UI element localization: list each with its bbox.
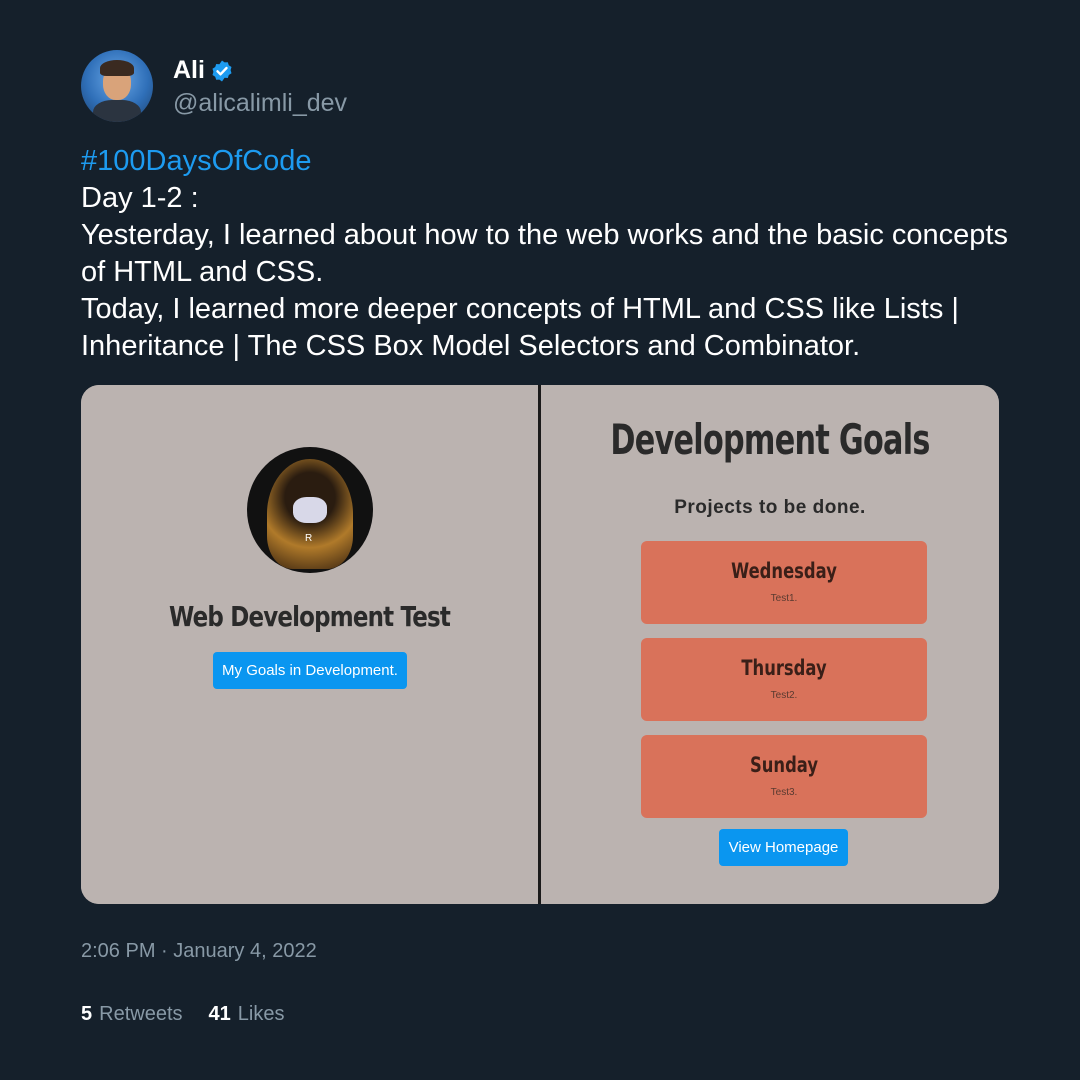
likes-count: 41	[208, 1003, 231, 1025]
avatar-hair	[100, 60, 134, 76]
media-right-pane: Development Goals Projects to be done. W…	[541, 385, 999, 904]
media-left-pane: R Web Development Test My Goals in Devel…	[81, 385, 538, 904]
view-homepage-button[interactable]: View Homepage	[719, 829, 848, 866]
day-card-title: Thursday	[741, 656, 827, 680]
tweet-timestamp[interactable]: 2:06 PM · January 4, 2022	[81, 940, 317, 963]
day-card-text: Test3.	[770, 787, 798, 798]
mask-shape	[293, 497, 327, 523]
likes-stat[interactable]: 41 Likes	[209, 1003, 285, 1026]
tweet-text: #100DaysOfCode Day 1-2 : Yesterday, I le…	[81, 143, 1021, 365]
tweet-line-3: Today, I learned more deeper concepts of…	[81, 293, 968, 362]
user-avatar[interactable]	[81, 50, 153, 122]
tweet-stats: 5 Retweets 41 Likes	[81, 1003, 310, 1026]
day-card: Thursday Test2.	[641, 638, 927, 721]
day-card: Sunday Test3.	[641, 735, 927, 818]
day-card: Wednesday Test1.	[641, 541, 927, 624]
day-card-title: Sunday	[749, 753, 819, 777]
day-card-title: Wednesday	[731, 559, 837, 583]
likes-label: Likes	[237, 1003, 285, 1025]
retweets-count: 5	[81, 1003, 93, 1025]
display-name-row[interactable]: Ali	[173, 55, 347, 87]
user-names: Ali @alicalimli_dev	[173, 55, 347, 118]
retweets-label: Retweets	[99, 1003, 183, 1025]
hoodie-logo-icon: R	[305, 533, 313, 544]
hashtag-link[interactable]: #100DaysOfCode	[81, 143, 1021, 180]
hooded-avatar-image: R	[247, 447, 373, 573]
display-name[interactable]: Ali	[173, 56, 205, 85]
tweet-line-2: Yesterday, I learned about how to the we…	[81, 219, 1017, 288]
avatar-shirt	[93, 100, 141, 122]
user-handle[interactable]: @alicalimli_dev	[173, 89, 347, 118]
goals-title: Development Goals	[610, 415, 930, 464]
day-card-text: Test2.	[770, 690, 798, 701]
day-card-text: Test1.	[770, 593, 798, 604]
retweets-stat[interactable]: 5 Retweets	[81, 1003, 183, 1026]
tweet-media-image[interactable]: R Web Development Test My Goals in Devel…	[81, 385, 999, 904]
goals-subtitle: Projects to be done.	[674, 497, 866, 518]
verified-badge-icon	[212, 60, 232, 81]
page-title: Web Development Test	[168, 600, 451, 633]
tweet-line-1: Day 1-2 :	[81, 182, 199, 214]
tweet-header: Ali @alicalimli_dev	[81, 50, 347, 122]
goals-button[interactable]: My Goals in Development.	[213, 652, 407, 689]
